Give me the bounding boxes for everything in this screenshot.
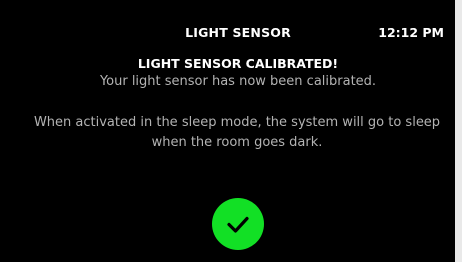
confirm-button[interactable]: [212, 198, 264, 250]
sleep-mode-explanation: When activated in the sleep mode, the sy…: [33, 115, 441, 150]
calibration-subline: Your light sensor has now been calibrate…: [99, 74, 377, 89]
device-frame: LIGHT SENSOR 12:12 PM LIGHT SENSOR CALIB…: [0, 0, 462, 262]
display-screen: LIGHT SENSOR 12:12 PM LIGHT SENSOR CALIB…: [0, 0, 455, 262]
checkmark-icon: [226, 212, 250, 236]
clock: 12:12 PM: [378, 25, 444, 40]
calibration-headline: LIGHT SENSOR CALIBRATED!: [137, 56, 339, 71]
